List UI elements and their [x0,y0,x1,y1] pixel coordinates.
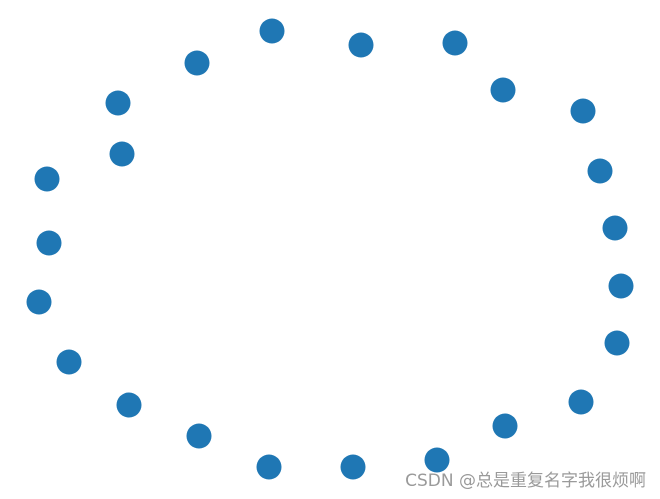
scatter-point [570,98,596,124]
scatter-point [105,90,131,116]
scatter-point [34,166,60,192]
scatter-point [259,18,285,44]
scatter-point [348,32,374,58]
data-points [26,18,634,480]
scatter-point [587,158,613,184]
scatter-point [109,141,135,167]
csdn-watermark: CSDN @总是重复名字我很烦啊 [405,471,646,491]
scatter-point [492,413,518,439]
scatter-point [186,423,212,449]
scatter-point [442,30,468,56]
scatter-point [116,392,142,418]
scatter-point [256,454,282,480]
scatter-plot [26,18,634,480]
scatter-point [568,389,594,415]
scatter-point [36,230,62,256]
scatter-point [184,50,210,76]
scatter-point [602,215,628,241]
scatter-point [340,454,366,480]
scatter-point [604,330,630,356]
scatter-point [56,349,82,375]
scatter-point [490,77,516,103]
scatter-point [26,289,52,315]
scatter-point [608,273,634,299]
